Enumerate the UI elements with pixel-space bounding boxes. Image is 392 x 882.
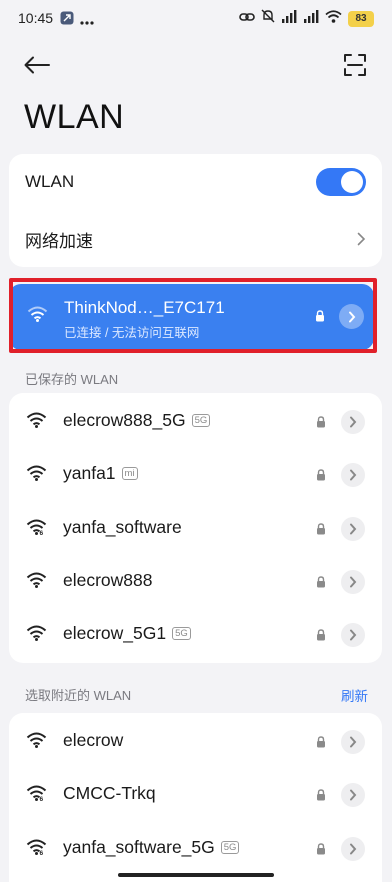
network-row[interactable]: yanfa1 mi [9, 448, 382, 501]
status-time: 10:45 [18, 10, 54, 26]
network-detail-button[interactable] [341, 569, 365, 594]
app-notification-icon [60, 11, 74, 30]
toggle-knob [341, 171, 363, 193]
network-name-text: elecrow_5G1 [63, 623, 167, 644]
chevron-right-icon [349, 469, 357, 481]
network-name: elecrow_5G1 5G [63, 623, 191, 644]
network-detail-button[interactable] [341, 783, 365, 808]
network-name-text: yanfa_software_5G [63, 836, 215, 857]
network-name: yanfa1 mi [63, 463, 138, 484]
network-row[interactable]: elecrow888 [9, 555, 382, 608]
wlan-toggle-row[interactable]: WLAN [9, 154, 382, 210]
network-name: elecrow [63, 730, 123, 751]
lock-icon [316, 628, 326, 646]
network-band-badge: 5G [220, 840, 240, 854]
chevron-right-icon [349, 736, 357, 748]
wifi-signal-icon [26, 465, 47, 487]
network-row[interactable]: elecrow_5G1 5G [9, 608, 382, 661]
network-detail-button[interactable] [341, 516, 365, 541]
network-band-badge: 5G [191, 414, 211, 427]
link-icon [239, 10, 255, 28]
network-row[interactable]: 6 CMCC-Trkq [9, 768, 382, 821]
network-detail-button[interactable] [341, 730, 365, 754]
wlan-toggle-switch[interactable] [316, 168, 366, 196]
network-name-text: yanfa1 [63, 463, 116, 484]
lock-icon [316, 735, 326, 753]
nearby-networks-list: elecrow 6 CMCC-Trkq 6 yanfa_software_5G 5G [9, 713, 382, 882]
lock-icon [316, 575, 326, 593]
network-row[interactable]: elecrow [9, 715, 382, 768]
chevron-right-icon [349, 843, 357, 855]
signal-hd-icon [303, 9, 319, 28]
network-row[interactable]: elecrow888_5G 5G [9, 395, 382, 448]
scan-icon [344, 54, 366, 76]
refresh-button[interactable]: 刷新 [341, 685, 368, 705]
status-bar: 10:45 83 [0, 0, 392, 36]
nearby-networks-header: 选取附近的 WLAN [25, 688, 132, 703]
status-right-icons: 83 [239, 9, 374, 28]
network-detail-button[interactable] [341, 623, 365, 648]
signal-hd-icon [281, 9, 297, 28]
status-left-icons [60, 11, 94, 30]
saved-networks-header: 已保存的 WLAN [25, 372, 119, 387]
network-detail-button[interactable] [341, 836, 365, 861]
arrow-left-icon [24, 56, 50, 74]
chevron-right-icon [349, 629, 357, 641]
wifi6-signal-icon: 6 [26, 839, 47, 861]
network-name: yanfa_software_5G 5G [63, 836, 240, 858]
network-detail-button[interactable] [341, 463, 365, 488]
wifi-signal-icon [26, 625, 47, 647]
wifi6-signal-icon: 6 [26, 519, 47, 541]
network-band-badge: mi [121, 467, 138, 481]
lock-icon [316, 788, 326, 806]
svg-text:6: 6 [40, 530, 44, 536]
chevron-right-icon [349, 789, 357, 801]
home-indicator [118, 873, 274, 877]
network-name-text: elecrow [63, 730, 124, 750]
network-name-text: CMCC-Trkq [63, 783, 156, 804]
wifi6-signal-icon: 6 [26, 785, 47, 807]
network-name-text: yanfa_software [63, 516, 182, 537]
network-acceleration-label: 网络加速 [25, 231, 93, 251]
network-acceleration-row[interactable]: 网络加速 [9, 211, 382, 267]
lock-icon [316, 468, 326, 486]
network-name: yanfa_software [63, 517, 182, 538]
wifi-signal-icon [26, 732, 47, 754]
chevron-right-icon [357, 232, 366, 246]
network-row[interactable]: 6 yanfa_software [9, 502, 382, 555]
network-name: elecrow888_5G 5G [63, 410, 211, 431]
wlan-settings-card: WLAN 网络加速 [9, 154, 382, 267]
network-band-badge: 5G [172, 627, 191, 641]
wlan-toggle-label: WLAN [25, 172, 75, 191]
network-name: CMCC-Trkq [63, 783, 156, 804]
more-dots-icon [80, 12, 94, 30]
lock-icon [316, 415, 326, 433]
network-detail-button[interactable] [341, 410, 365, 434]
highlight-frame [9, 278, 377, 353]
wifi-signal-icon [26, 412, 47, 434]
network-name: elecrow888 [63, 570, 153, 591]
network-name-text: elecrow888_5G [63, 410, 186, 430]
svg-text:6: 6 [40, 850, 44, 856]
scan-button[interactable] [340, 50, 370, 80]
wlan-settings-page: 10:45 83 WLAN WLAN 网络加速 ThinkNod…_E7C171… [0, 0, 392, 882]
chevron-right-icon [349, 416, 357, 428]
saved-networks-list: elecrow888_5G 5G yanfa1 mi 6 yanfa_software el… [9, 393, 382, 663]
wifi-signal-icon [26, 572, 47, 594]
battery-indicator: 83 [348, 10, 374, 27]
chevron-right-icon [349, 576, 357, 588]
network-name-text: elecrow888 [63, 569, 153, 590]
mute-icon [261, 9, 275, 28]
network-row[interactable]: 6 yanfa_software_5G 5G [9, 822, 382, 875]
page-title: WLAN [24, 98, 125, 136]
lock-icon [316, 842, 326, 860]
back-button[interactable] [20, 50, 54, 80]
svg-text:6: 6 [40, 796, 44, 802]
lock-icon [316, 522, 326, 540]
wifi-icon [325, 9, 342, 28]
chevron-right-icon [349, 523, 357, 535]
